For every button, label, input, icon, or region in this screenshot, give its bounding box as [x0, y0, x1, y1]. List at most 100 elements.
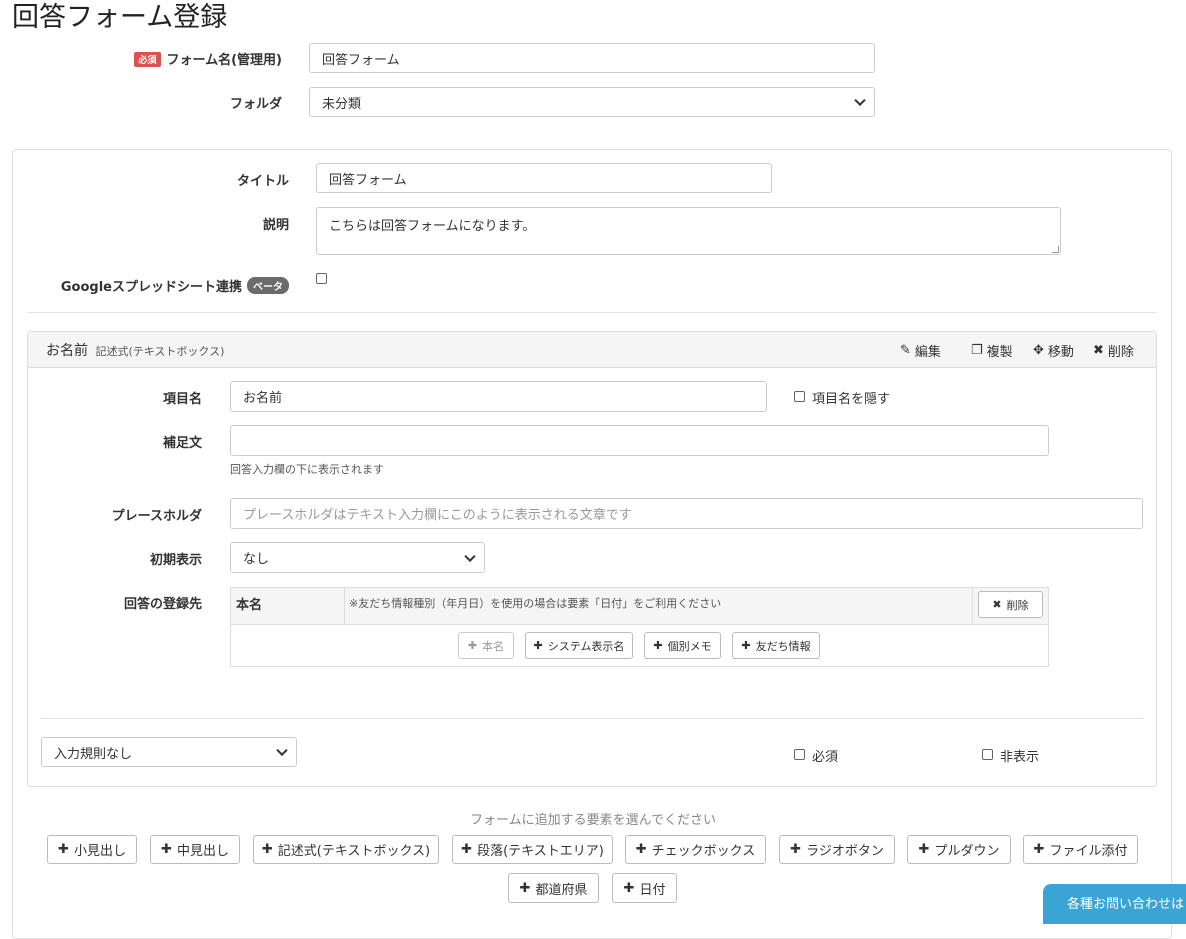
- supplement-note: 回答入力欄の下に表示されます: [230, 463, 384, 476]
- add-medium-heading-button[interactable]: ✚ 中見出し: [150, 835, 240, 864]
- folder-label: フォルダ: [229, 97, 282, 112]
- add-textbox-button[interactable]: ✚ 記述式(テキストボックス): [253, 835, 439, 864]
- item-divider: [41, 718, 1143, 719]
- google-sheets-checkbox[interactable]: [316, 273, 327, 284]
- plus-icon: ✚: [461, 842, 473, 857]
- add-textarea-button[interactable]: ✚ 段落(テキストエリア): [452, 835, 613, 864]
- add-radio-label: ラジオボタン: [806, 844, 884, 859]
- table-delete-label: 削除: [1006, 598, 1029, 612]
- description-label: 説明: [262, 218, 289, 233]
- add-prefecture-label: 都道府県: [535, 882, 588, 898]
- form-name-label-text: フォーム名(管理用): [166, 53, 283, 68]
- copy-label: 複製: [986, 345, 1013, 360]
- add-medium-heading-label: 中見出し: [176, 844, 229, 859]
- plus-icon: ✚: [467, 639, 478, 652]
- add-file-button[interactable]: ✚ ファイル添付: [1023, 835, 1138, 864]
- add-small-heading-button[interactable]: ✚ 小見出し: [47, 835, 137, 864]
- initial-display-select[interactable]: なし: [230, 542, 485, 573]
- add-system-name-button[interactable]: ✚ システム表示名: [525, 632, 633, 659]
- plus-icon: ✚: [58, 842, 69, 857]
- plus-icon: ✚: [519, 880, 531, 896]
- add-friend-info-label: 友だち情報: [755, 639, 811, 653]
- hide-name-checkbox[interactable]: [794, 391, 805, 402]
- title-label: タイトル: [236, 174, 289, 189]
- description-textarea[interactable]: こちらは回答フォームになります。: [316, 207, 1061, 255]
- add-memo-button[interactable]: ✚ 個別メモ: [644, 632, 721, 659]
- delete-label: 削除: [1107, 345, 1134, 360]
- item-name-label: 項目名: [162, 392, 202, 407]
- input-rule-value: 入力規則なし: [54, 746, 133, 762]
- plus-icon: ✚: [261, 842, 273, 857]
- add-file-label: ファイル添付: [1049, 844, 1128, 859]
- folder-value: 未分類: [322, 96, 362, 112]
- hidden-label: 非表示: [1000, 750, 1040, 765]
- add-system-name-label: システム表示名: [547, 639, 625, 653]
- add-radio-button[interactable]: ✚ ラジオボタン: [779, 835, 895, 864]
- add-checkbox-button[interactable]: ✚ チェックボックス: [625, 835, 766, 864]
- folder-select[interactable]: 未分類: [309, 87, 875, 117]
- form-name-value: 回答フォーム: [322, 52, 400, 68]
- textarea-resize-handle[interactable]: [1052, 246, 1059, 253]
- hidden-checkbox[interactable]: [982, 749, 993, 760]
- title-input[interactable]: 回答フォーム: [316, 163, 772, 193]
- table-col-divider-1: [344, 588, 345, 625]
- plus-icon: ✚: [533, 639, 543, 652]
- add-textbox-label: 記述式(テキストボックス): [277, 844, 431, 859]
- add-dropdown-button[interactable]: ✚ プルダウン: [907, 835, 1011, 864]
- supplement-label: 補足文: [162, 436, 202, 451]
- item-header-title: お名前 記述式(テキストボックス): [46, 340, 224, 360]
- placeholder-label: プレースホルダ: [111, 509, 202, 524]
- placeholder-hint: プレースホルダはテキスト入力欄にこのように表示される文章です: [243, 508, 632, 523]
- close-icon: ✖: [1093, 343, 1104, 358]
- item-name-value: お名前: [243, 391, 283, 406]
- initial-display-label: 初期表示: [149, 553, 202, 568]
- plus-icon: ✚: [635, 842, 647, 857]
- add-element-hint: フォームに追加する要素を選んでください: [470, 813, 716, 828]
- supplement-input[interactable]: [230, 425, 1049, 456]
- plus-icon: ✚: [741, 639, 751, 652]
- title-value: 回答フォーム: [329, 172, 407, 188]
- hide-name-label: 項目名を隠す: [812, 392, 891, 407]
- form-name-label: 必須 フォーム名(管理用): [100, 49, 282, 68]
- add-real-name-button[interactable]: ✚ 本名: [458, 632, 514, 659]
- delete-action[interactable]: ✖ 削除: [1093, 341, 1134, 360]
- add-small-heading-label: 小見出し: [73, 844, 126, 859]
- edit-label: 編集: [914, 345, 941, 360]
- placeholder-input[interactable]: プレースホルダはテキスト入力欄にこのように表示される文章です: [230, 498, 1143, 529]
- plus-icon: ✚: [1033, 842, 1045, 857]
- move-label: 移動: [1047, 345, 1074, 360]
- item-type: 記述式(テキストボックス): [95, 345, 225, 358]
- google-sheets-label-text: Googleスプレッドシート連携: [60, 280, 242, 295]
- plus-icon: ✚: [653, 639, 663, 652]
- add-real-name-label: 本名: [482, 639, 505, 653]
- plus-icon: ✚: [918, 842, 930, 857]
- initial-display-value: なし: [243, 552, 270, 567]
- plus-icon: ✚: [161, 842, 172, 857]
- form-name-input[interactable]: 回答フォーム: [309, 43, 875, 73]
- table-cell-note: ※友だち情報種別（年月日）を使用の場合は要素「日付」をご利用ください: [349, 597, 722, 610]
- add-checkbox-label: チェックボックス: [651, 844, 756, 859]
- add-dropdown-label: プルダウン: [934, 844, 1000, 859]
- item-name-input[interactable]: お名前: [230, 381, 767, 412]
- required-checkbox[interactable]: [794, 749, 805, 760]
- google-sheets-label: Googleスプレッドシート連携 ベータ: [40, 276, 289, 295]
- required-badge: 必須: [134, 52, 161, 67]
- add-date-button[interactable]: ✚ 日付: [612, 873, 677, 903]
- move-action[interactable]: ✥ 移動: [1033, 341, 1074, 360]
- copy-action[interactable]: ❐ 複製: [971, 341, 1013, 360]
- beta-badge: ベータ: [247, 277, 289, 294]
- input-rule-select[interactable]: 入力規則なし: [41, 737, 297, 767]
- table-delete-button[interactable]: ✖ 削除: [978, 591, 1043, 618]
- destination-label: 回答の登録先: [123, 597, 202, 612]
- edit-action[interactable]: ✎ 編集: [900, 341, 941, 360]
- add-textarea-label: 段落(テキストエリア): [477, 844, 604, 859]
- panel-divider: [27, 312, 1157, 313]
- contact-button[interactable]: 各種お問い合わせはこちら: [1043, 884, 1186, 924]
- close-icon: ✖: [992, 598, 1002, 611]
- add-memo-label: 個別メモ: [667, 639, 712, 653]
- move-icon: ✥: [1033, 343, 1044, 358]
- table-col-divider-2: [972, 588, 973, 625]
- add-friend-info-button[interactable]: ✚ 友だち情報: [732, 632, 820, 659]
- copy-icon: ❐: [971, 343, 983, 358]
- add-prefecture-button[interactable]: ✚ 都道府県: [508, 873, 599, 903]
